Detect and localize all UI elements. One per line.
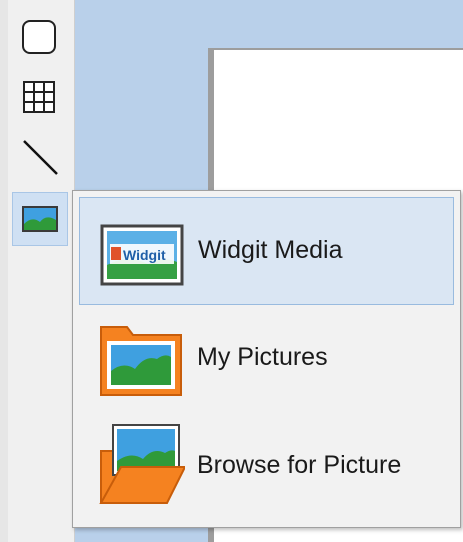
- picture-tool-button[interactable]: [12, 192, 68, 246]
- widgit-media-icon: Widgit: [100, 224, 184, 286]
- picture-icon: [22, 206, 58, 232]
- grid-icon: [23, 81, 55, 113]
- rounded-rectangle-tool-button[interactable]: [20, 18, 58, 56]
- line-tool-button[interactable]: [20, 138, 58, 176]
- menu-item-my-pictures[interactable]: My Pictures: [79, 305, 454, 413]
- line-icon: [23, 140, 58, 175]
- rounded-square-icon: [22, 20, 56, 54]
- widgit-badge-text: Widgit: [123, 247, 166, 263]
- menu-item-label: Browse for Picture: [197, 451, 402, 479]
- menu-item-label: My Pictures: [197, 343, 328, 371]
- folder-picture-icon: [100, 326, 182, 396]
- picture-source-menu: Widgit Widgit Media My Pictures Browse f…: [72, 190, 461, 528]
- menu-item-label: Widgit Media: [198, 236, 343, 264]
- menu-item-widgit-media[interactable]: Widgit Widgit Media: [79, 197, 454, 305]
- table-tool-button[interactable]: [20, 78, 58, 116]
- open-folder-picture-icon: [99, 424, 185, 504]
- menu-item-browse-for-picture[interactable]: Browse for Picture: [79, 413, 454, 521]
- drawing-toolbar: [8, 0, 75, 542]
